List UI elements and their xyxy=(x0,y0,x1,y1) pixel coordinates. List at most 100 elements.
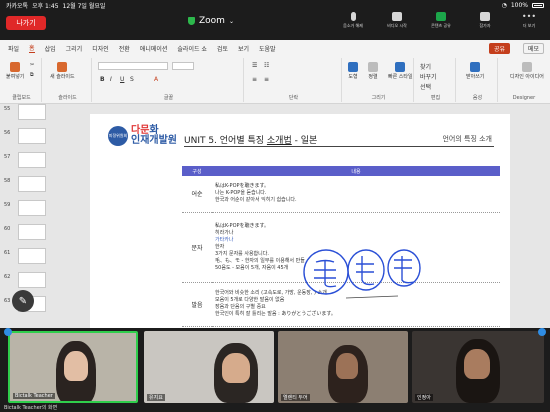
more-icon: ••• xyxy=(521,12,537,21)
zoom-window: 카카오톡 오후 1:45 12월 7일 월요일 ◔ 100% 나가기 Zoom … xyxy=(0,0,550,412)
new-slide-icon xyxy=(57,62,68,72)
clipboard-icon xyxy=(10,62,21,72)
table-row: 어순 私はK-POPを聴きます。 나는 K-POP을 듣습니다. 한국과 어순이… xyxy=(182,176,500,213)
shield-icon xyxy=(188,17,195,25)
replace-button[interactable]: 바꾸기 xyxy=(420,72,437,81)
participant-face xyxy=(222,353,250,383)
participants-icon xyxy=(480,12,490,21)
slide-title: UNIT 5. 언어별 특징 소개법 - 일본 xyxy=(184,136,318,146)
slide-thumbnail[interactable] xyxy=(18,104,46,120)
collapse-icon[interactable] xyxy=(538,328,546,336)
slide-thumbnail[interactable] xyxy=(18,176,46,192)
unmute-button[interactable]: 음소거 해제 xyxy=(338,12,368,29)
slide-thumbnail[interactable] xyxy=(18,272,46,288)
start-video-button[interactable]: 비디오 시작 xyxy=(382,12,412,29)
vertical-scrollbar[interactable] xyxy=(520,104,528,328)
participants-button[interactable]: 참가자 xyxy=(470,12,500,29)
ribbon-body: 붙여넣기 ✂ ⧉ 클립보드 새 슬라이드 슬라이드 B I U S A 글꼴 ☰… xyxy=(0,56,550,104)
share-content-button[interactable]: 콘텐츠 공유 xyxy=(426,12,456,29)
slide-canvas: 피정위원회 다문화 인재개발원 UNIT 5. 언어별 특징 소개법 - 일본 … xyxy=(90,114,510,354)
tab-insert[interactable]: 삽입 xyxy=(45,44,56,53)
pen-icon[interactable]: ✎ xyxy=(12,290,34,312)
bold-icon[interactable]: B xyxy=(100,76,105,83)
video-tile-participant[interactable]: 엘렌티 두어 xyxy=(278,331,408,403)
shapes-button[interactable]: 도형 xyxy=(348,62,358,80)
screen-share-label: Bictalk Teacher의 화면 xyxy=(4,405,58,411)
share-screen-icon xyxy=(436,12,446,21)
group-paragraph: ☰ ☷ ≡ ≡ 단락 xyxy=(246,58,342,102)
design-ideas-button[interactable]: 디자인 아이디어 xyxy=(510,62,544,80)
paste-button[interactable]: 붙여넣기 xyxy=(6,62,24,80)
slide-thumbnail[interactable] xyxy=(18,224,46,240)
slide-thumbnail[interactable] xyxy=(18,248,46,264)
slide-thumbnail[interactable] xyxy=(18,128,46,144)
align-center-icon[interactable]: ≡ xyxy=(264,76,269,83)
meeting-title[interactable]: Zoom ⌄ xyxy=(188,16,234,26)
italic-icon[interactable]: I xyxy=(110,76,112,83)
tab-file[interactable]: 파일 xyxy=(8,44,19,53)
video-strip: Bictalk Teacher 유지요 엘렌티 두어 인정아 Bictalk T… xyxy=(0,328,550,412)
row-category: 어순 xyxy=(182,176,212,213)
new-slide-button[interactable]: 새 슬라이드 xyxy=(50,62,75,80)
group-drawing: 도형 정렬 빠른 스타일 그리기 xyxy=(344,58,414,102)
participant-name: 인정아 xyxy=(415,394,433,401)
align-left-icon[interactable]: ≡ xyxy=(252,76,257,83)
find-button[interactable]: 찾기 xyxy=(420,62,431,71)
participant-name: 엘렌티 두어 xyxy=(281,394,310,401)
table-header: 구성 xyxy=(182,166,212,176)
quick-styles-button[interactable]: 빠른 스타일 xyxy=(388,62,413,80)
mic-icon xyxy=(350,12,356,21)
tab-help[interactable]: 도움말 xyxy=(259,44,276,53)
tab-review[interactable]: 검토 xyxy=(217,44,228,53)
numbering-icon[interactable]: ☷ xyxy=(264,62,269,69)
participant-face xyxy=(464,349,490,379)
video-icon xyxy=(392,12,402,21)
slide-thumbnail[interactable] xyxy=(18,152,46,168)
cut-icon[interactable]: ✂ xyxy=(30,62,34,68)
participant-name: 유지요 xyxy=(147,394,165,401)
slide-thumbnail[interactable] xyxy=(18,200,46,216)
row-category: 발음 xyxy=(182,282,212,327)
participant-face xyxy=(336,353,358,379)
video-tile-teacher[interactable]: Bictalk Teacher xyxy=(8,331,138,403)
font-size-select[interactable] xyxy=(172,62,194,70)
tab-design[interactable]: 디자인 xyxy=(92,44,109,53)
video-tile-participant[interactable]: 유지요 xyxy=(144,331,274,403)
divider xyxy=(184,146,494,147)
tab-slideshow[interactable]: 슬라이드 쇼 xyxy=(177,44,207,53)
strikethrough-icon[interactable]: S xyxy=(130,76,134,83)
designer-icon xyxy=(521,62,532,72)
tab-transitions[interactable]: 전환 xyxy=(119,44,130,53)
font-family-select[interactable] xyxy=(98,62,168,70)
group-voice: 받아쓰기 음성 xyxy=(458,58,498,102)
logo-text-line2: 인재개발원 xyxy=(131,135,177,146)
copy-icon[interactable]: ⧉ xyxy=(30,72,34,78)
logo: 피정위원회 다문화 인재개발원 xyxy=(108,126,177,146)
tab-home[interactable]: 홈 xyxy=(29,43,35,53)
shapes-icon xyxy=(348,62,358,72)
ribbon-tabs: 파일 홈 삽입 그리기 디자인 전환 애니메이션 슬라이드 쇼 검토 보기 도움… xyxy=(0,40,550,56)
share-button[interactable]: 공유 xyxy=(488,43,510,54)
group-slides: 새 슬라이드 슬라이드 xyxy=(44,58,92,102)
date-label: 12월 7일 월요일 xyxy=(62,2,106,10)
status-bar: 카카오톡 오후 1:45 12월 7일 월요일 ◔ 100% xyxy=(0,0,550,10)
time-label: 오후 1:45 xyxy=(32,2,59,10)
expand-icon[interactable] xyxy=(4,328,12,336)
logo-emblem: 피정위원회 xyxy=(108,126,128,146)
underline-icon[interactable]: U xyxy=(120,76,124,83)
video-tile-participant[interactable]: 인정아 xyxy=(412,331,544,403)
tab-animations[interactable]: 애니메이션 xyxy=(140,44,168,53)
table-header: 내용 xyxy=(212,166,500,176)
comment-button[interactable]: 메모 xyxy=(522,43,544,54)
bullets-icon[interactable]: ☰ xyxy=(252,62,257,69)
tab-draw[interactable]: 그리기 xyxy=(66,44,83,53)
dictate-button[interactable]: 받아쓰기 xyxy=(466,62,484,80)
more-button[interactable]: ••• 더 보기 xyxy=(514,12,544,29)
font-color-icon[interactable]: A xyxy=(154,76,158,83)
tab-view[interactable]: 보기 xyxy=(238,44,249,53)
select-button[interactable]: 선택 xyxy=(420,82,431,91)
carrier-label: 카카오톡 xyxy=(6,2,29,10)
leave-button[interactable]: 나가기 xyxy=(6,16,46,30)
arrange-button[interactable]: 정렬 xyxy=(368,62,378,80)
slide-subtitle: 언어의 특징 소개 xyxy=(442,135,492,143)
